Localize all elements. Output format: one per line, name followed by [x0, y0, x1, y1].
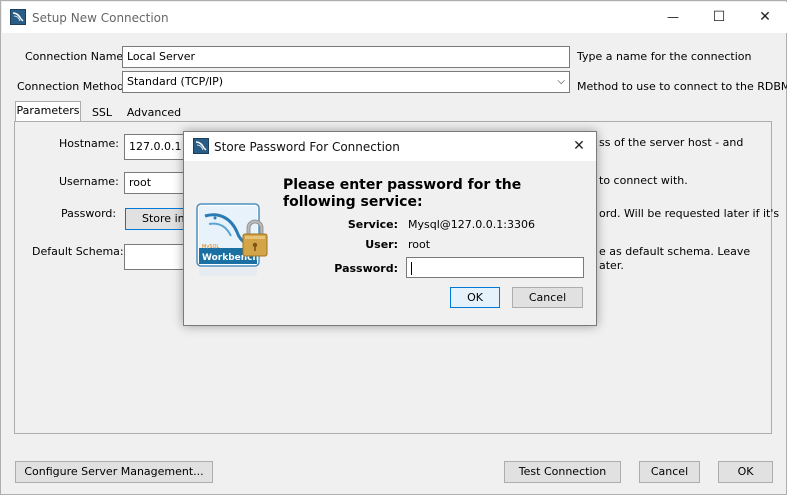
tab-parameters[interactable]: Parameters [15, 101, 81, 122]
title-bar: Setup New Connection — ☐ ✕ [2, 2, 787, 33]
hostname-input[interactable]: 127.0.0.1 [124, 134, 186, 160]
default-schema-hint: e as default schema. Leave [599, 245, 751, 258]
password-hint: ord. Will be requested later if it's [599, 207, 780, 220]
ok-button[interactable]: OK [718, 461, 773, 483]
password-label: Password: [61, 207, 117, 220]
connection-name-input[interactable]: Local Server [122, 46, 570, 68]
app-icon [10, 9, 26, 25]
close-button[interactable]: ✕ [742, 2, 787, 33]
service-label: Service: [347, 218, 398, 231]
hostname-label: Hostname: [59, 137, 119, 150]
connection-name-hint: Type a name for the connection [577, 50, 752, 63]
store-password-dialog: Store Password For Connection ✕ MySQL Wo… [183, 131, 597, 326]
tab-ssl[interactable]: SSL [81, 104, 123, 122]
dialog-password-input[interactable] [406, 257, 584, 278]
dialog-title-bar: Store Password For Connection ✕ [184, 132, 596, 161]
user-value: root [408, 238, 431, 251]
dialog-ok-button[interactable]: OK [450, 287, 500, 308]
chevron-down-icon: ⌵ [557, 76, 565, 87]
username-hint: to connect with. [599, 174, 688, 187]
connection-method-value: Standard (TCP/IP) [127, 75, 224, 88]
text-caret [411, 261, 412, 275]
username-label: Username: [59, 175, 119, 188]
connection-name-label: Connection Name: [25, 50, 127, 63]
workbench-logo: MySQL Workbench [195, 202, 275, 280]
dialog-title: Store Password For Connection [214, 140, 400, 154]
default-schema-hint-2: ater. [599, 259, 624, 272]
connection-method-hint: Method to use to connect to the RDBMS [577, 80, 787, 93]
svg-text:MySQL: MySQL [202, 244, 219, 250]
store-in-vault-button[interactable]: Store in V [125, 208, 186, 230]
dialog-cancel-button[interactable]: Cancel [512, 287, 583, 308]
connection-method-select[interactable]: Standard (TCP/IP) ⌵ [122, 71, 570, 93]
dialog-app-icon [193, 138, 209, 154]
default-schema-label: Default Schema: [32, 245, 124, 258]
configure-server-management-button[interactable]: Configure Server Management... [15, 461, 213, 483]
tab-advanced[interactable]: Advanced [123, 104, 185, 122]
window-title: Setup New Connection [32, 11, 169, 25]
default-schema-input[interactable] [124, 244, 186, 270]
cancel-button[interactable]: Cancel [639, 461, 700, 483]
connection-method-label: Connection Method: [17, 80, 128, 93]
test-connection-button[interactable]: Test Connection [504, 461, 621, 483]
user-label: User: [365, 238, 398, 251]
dialog-close-button[interactable]: ✕ [562, 132, 596, 161]
username-input[interactable]: root [124, 172, 186, 194]
service-value: Mysql@127.0.0.1:3306 [408, 218, 535, 231]
maximize-button[interactable]: ☐ [696, 2, 742, 33]
hostname-hint: ss of the server host - and [599, 136, 744, 149]
minimize-button[interactable]: — [650, 2, 696, 33]
dialog-password-label: Password: [334, 262, 398, 275]
dialog-heading: Please enter password for the following … [283, 177, 522, 210]
